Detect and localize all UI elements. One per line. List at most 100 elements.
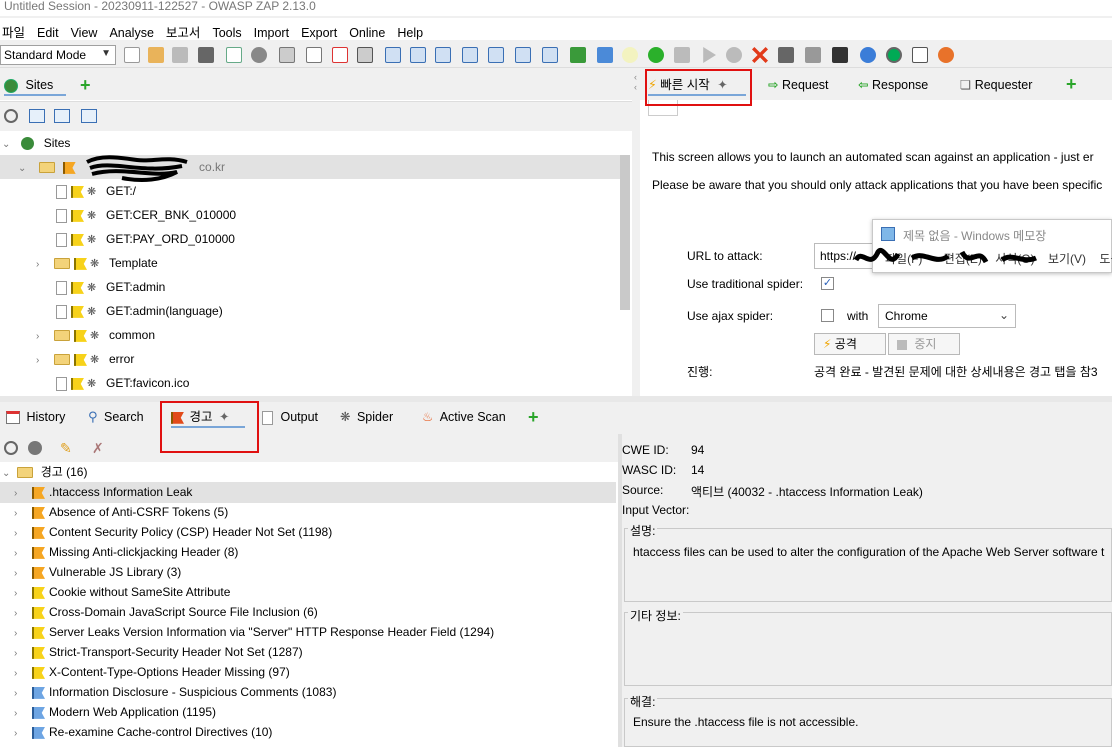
- tree-node[interactable]: › ❋ common: [36, 324, 155, 346]
- alert-item[interactable]: › X-Content-Type-Options Header Missing (…: [14, 662, 290, 682]
- continue-icon[interactable]: [703, 47, 716, 63]
- menu-help[interactable]: Help: [391, 22, 429, 40]
- notepad-menu-help[interactable]: 도움: [1099, 252, 1112, 266]
- traditional-spider-checkbox[interactable]: ✓: [821, 277, 834, 290]
- tree-node-label: GET:admin: [106, 280, 166, 294]
- add-tab-icon[interactable]: +: [1066, 75, 1077, 93]
- chevron-right-icon: ›: [14, 608, 18, 619]
- alert-item-label: Server Leaks Version Information via "Se…: [49, 625, 495, 639]
- open-session-icon[interactable]: [148, 47, 164, 63]
- console-icon[interactable]: [832, 47, 848, 63]
- stop-button[interactable]: 중지: [888, 333, 960, 355]
- step-icon[interactable]: [674, 47, 690, 63]
- alert-item[interactable]: › Absence of Anti-CSRF Tokens (5): [14, 502, 228, 522]
- alert-item[interactable]: › Cross-Domain JavaScript Source File Inc…: [14, 602, 318, 622]
- target-icon[interactable]: [4, 109, 18, 123]
- alerts-root[interactable]: ⌄ 경고 (16): [2, 461, 87, 483]
- gear-icon[interactable]: [251, 47, 267, 63]
- menu-import[interactable]: Import: [248, 22, 295, 40]
- toggle-icon[interactable]: [357, 47, 373, 63]
- import-context-icon[interactable]: [54, 109, 70, 123]
- tab-requester[interactable]: ❏ Requester: [960, 74, 1032, 96]
- alert-item[interactable]: › Information Disclosure - Suspicious Com…: [14, 682, 336, 702]
- panel-right-icon[interactable]: [515, 47, 531, 63]
- alert-item[interactable]: › Missing Anti-clickjacking Header (8): [14, 542, 238, 562]
- lightbulb-icon[interactable]: [622, 47, 638, 63]
- chevron-down-icon: ⌄: [2, 139, 11, 150]
- tab-output[interactable]: Output: [262, 406, 318, 428]
- tree-node[interactable]: ❋ GET:favicon.ico: [36, 372, 189, 394]
- alert-item[interactable]: › Modern Web Application (1195): [14, 702, 216, 722]
- alert-item[interactable]: › Server Leaks Version Information via "S…: [14, 622, 494, 642]
- panel-bottom-icon[interactable]: [542, 47, 558, 63]
- alert-item[interactable]: › Strict-Transport-Security Header Not Se…: [14, 642, 303, 662]
- new-context-icon[interactable]: [29, 109, 45, 123]
- add-tab-icon[interactable]: +: [80, 76, 91, 94]
- alert-item[interactable]: › .htaccess Information Leak: [14, 482, 192, 502]
- scope-icon[interactable]: [306, 47, 322, 63]
- alert-item[interactable]: › Cookie without SameSite Attribute: [14, 582, 230, 602]
- tab-sites[interactable]: Sites: [4, 74, 66, 96]
- delete-icon[interactable]: [332, 47, 348, 63]
- attack-button[interactable]: ⚡ 공격: [814, 333, 886, 355]
- snapshot-icon[interactable]: [198, 47, 214, 63]
- break-on-all-icon[interactable]: [648, 47, 664, 63]
- tab-active-scan[interactable]: ♨ Active Scan: [422, 406, 506, 428]
- menu-online[interactable]: Online: [343, 22, 391, 40]
- tab-search[interactable]: ⚲ Search: [88, 406, 144, 428]
- help-icon[interactable]: [860, 47, 876, 63]
- tree-root-sites[interactable]: ⌄ Sites: [2, 132, 70, 154]
- save-session-icon[interactable]: [172, 47, 188, 63]
- marketplace-icon[interactable]: [597, 47, 613, 63]
- export-context-icon[interactable]: [81, 109, 97, 123]
- scan-policy-icon[interactable]: [778, 47, 794, 63]
- filter-icon[interactable]: [28, 441, 42, 455]
- sites-scrollbar[interactable]: [620, 155, 630, 310]
- panel-left-icon[interactable]: [488, 47, 504, 63]
- tree-node[interactable]: ❋ GET:admin(language): [36, 300, 223, 322]
- layout-split-icon[interactable]: [410, 47, 426, 63]
- menu-view[interactable]: View: [65, 22, 104, 40]
- tree-node[interactable]: ❋ GET:CER_BNK_010000: [36, 204, 236, 226]
- alert-item[interactable]: › Vulnerable JS Library (3): [14, 562, 181, 582]
- tree-node[interactable]: ❋ GET:admin: [36, 276, 165, 298]
- tab-spider[interactable]: ❋ Spider: [340, 406, 393, 428]
- tab-request[interactable]: ⇨ Request: [768, 74, 829, 96]
- menu-file[interactable]: 파일: [0, 18, 31, 41]
- tree-node[interactable]: › ❋ error: [36, 348, 134, 370]
- menu-edit[interactable]: Edit: [31, 22, 65, 40]
- drop-icon[interactable]: [726, 47, 742, 63]
- collapse-arrows[interactable]: ‹ ‹: [634, 72, 637, 92]
- mode-select[interactable]: Standard Mode ▼: [0, 45, 116, 65]
- menu-export[interactable]: Export: [295, 22, 343, 40]
- network-icon[interactable]: [805, 47, 821, 63]
- notepad-menu-view[interactable]: 보기(V): [1048, 252, 1086, 266]
- tree-node[interactable]: ❋ GET:/: [36, 180, 136, 202]
- menu-tools[interactable]: Tools: [206, 22, 247, 40]
- notes-icon[interactable]: [912, 47, 928, 63]
- hud-icon[interactable]: [886, 47, 902, 63]
- firefox-icon[interactable]: [938, 47, 954, 63]
- browser-select[interactable]: Chrome ⌄: [878, 304, 1016, 328]
- show-tab-icon[interactable]: [462, 47, 478, 63]
- tree-node[interactable]: › ❋ Template: [36, 252, 158, 274]
- ajax-spider-checkbox[interactable]: [821, 309, 834, 322]
- tab-history[interactable]: History: [6, 406, 65, 428]
- target-icon[interactable]: [4, 441, 18, 455]
- tree-node[interactable]: ❋ GET:PAY_ORD_010000: [36, 228, 235, 250]
- new-session-icon[interactable]: [124, 47, 140, 63]
- menu-report[interactable]: 보고서: [160, 18, 207, 41]
- session-properties-icon[interactable]: [226, 47, 242, 63]
- remove-breakpoint-icon[interactable]: [752, 47, 768, 63]
- alert-item[interactable]: › Content Security Policy (CSP) Header No…: [14, 522, 332, 542]
- addon-icon[interactable]: [570, 47, 586, 63]
- layout-tabs-icon[interactable]: [435, 47, 451, 63]
- layout-full-icon[interactable]: [385, 47, 401, 63]
- broom-icon[interactable]: ✗: [92, 440, 104, 457]
- layout-icon[interactable]: [279, 47, 295, 63]
- edit-icon[interactable]: ✎: [60, 440, 72, 457]
- alert-item[interactable]: › Re-examine Cache-control Directives (10…: [14, 722, 272, 742]
- tab-response[interactable]: ⇦ Response: [858, 74, 928, 96]
- menu-analyse[interactable]: Analyse: [103, 22, 159, 40]
- add-tab-icon[interactable]: +: [528, 408, 539, 426]
